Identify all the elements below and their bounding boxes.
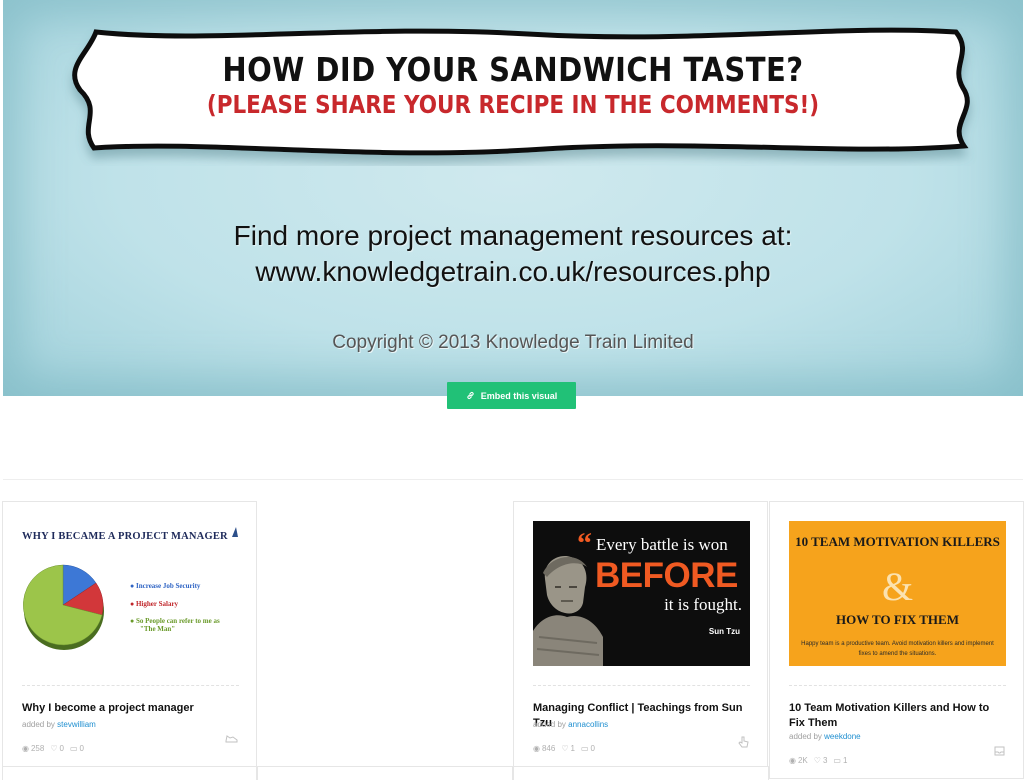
likes-count: 1: [570, 744, 575, 753]
author-link[interactable]: weekdone: [824, 732, 860, 741]
section-divider: [3, 479, 1023, 480]
comments-stat[interactable]: ▭ 0: [581, 744, 595, 753]
views-stat: ◉ 846: [533, 744, 555, 753]
comments-count: 0: [590, 744, 595, 753]
card-thumbnail[interactable]: WHY I BECAME A PROJECT MANAGER ● Increas…: [22, 521, 239, 666]
added-by: added by weekdone: [789, 732, 861, 741]
resources-line: Find more project management resources a…: [233, 220, 793, 251]
heart-icon: ♡: [561, 744, 569, 753]
quote-line: it is fought.: [664, 595, 742, 614]
views-stat: ◉ 258: [22, 744, 44, 753]
likes-stat[interactable]: ♡ 3: [814, 756, 828, 765]
heart-icon: ♡: [50, 744, 58, 753]
embed-visual-label: Embed this visual: [480, 390, 558, 401]
eye-icon: ◉: [22, 744, 29, 753]
added-by: added by stevwilliam: [22, 720, 96, 729]
card-stats: ◉ 2K ♡ 3 ▭ 1: [789, 756, 847, 765]
eye-icon: ◉: [789, 756, 796, 765]
visual-card[interactable]: “ Every battle is won BEFORE it is fough…: [513, 501, 768, 767]
author-link[interactable]: stevwilliam: [57, 720, 96, 729]
thumbnail-subheading: HOW TO FIX THEM: [836, 612, 959, 627]
comment-icon: ▭: [833, 756, 841, 765]
thumbnail-heading: 10 TEAM MOTIVATION KILLERS: [795, 534, 1000, 549]
heart-icon: ♡: [813, 756, 821, 765]
views-stat: ◉ 2K: [789, 756, 808, 765]
comments-stat[interactable]: ▭ 1: [833, 756, 847, 765]
thumbnail-caption: Happy team is a productive team. Avoid m…: [801, 641, 994, 657]
likes-count: 3: [822, 756, 828, 765]
banner-heading: HOW DID YOUR SANDWICH TASTE?: [222, 50, 804, 89]
added-by-label: added by: [533, 720, 566, 729]
visual-card[interactable]: WHY I BECAME A PROJECT MANAGER ● Increas…: [2, 501, 257, 767]
comments-count: 1: [842, 756, 848, 765]
warrior-statue-image: [533, 555, 603, 666]
visual-card[interactable]: 10 TEAM MOTIVATION KILLERS & HOW TO FIX …: [769, 501, 1024, 779]
views-count: 2K: [797, 756, 808, 765]
card-thumbnail[interactable]: “ Every battle is won BEFORE it is fough…: [533, 521, 750, 666]
likes-count: 0: [59, 744, 64, 753]
brand-mark-icon: [232, 527, 238, 537]
quote-mark-icon: “: [577, 527, 592, 560]
added-by-label: added by: [22, 720, 55, 729]
views-count: 846: [541, 744, 556, 753]
banner-subheading: (PLEASE SHARE YOUR RECIPE IN THE COMMENT…: [206, 90, 820, 119]
thumbnail-ampersand: &: [881, 564, 914, 609]
resources-text: Find more project management resources a…: [3, 218, 1023, 290]
next-card-edge: [513, 766, 769, 780]
card-separator: [789, 685, 1006, 686]
envelope-icon[interactable]: [994, 746, 1005, 756]
next-card-edge: [257, 766, 513, 780]
pointer-hand-icon[interactable]: [738, 736, 749, 748]
likes-stat[interactable]: ♡ 1: [561, 744, 575, 753]
comments-count: 0: [79, 744, 84, 753]
card-stats: ◉ 258 ♡ 0 ▭ 0: [22, 744, 84, 753]
comment-icon: ▭: [580, 744, 589, 753]
next-card-edge: [2, 766, 257, 780]
author-link[interactable]: annacollins: [568, 720, 608, 729]
link-icon: [467, 391, 474, 400]
eye-icon: ◉: [533, 744, 540, 753]
card-stats: ◉ 846 ♡ 1 ▭ 0: [533, 744, 595, 753]
legend-item: So People can refer to me as: [135, 617, 220, 625]
quote-attribution: Sun Tzu: [708, 627, 740, 636]
embed-visual-button[interactable]: Embed this visual: [447, 382, 576, 409]
copyright-text: Copyright © 2013 Knowledge Train Limited: [332, 332, 694, 353]
added-by: added by annacollins: [533, 720, 608, 729]
quote-line: Every battle is won: [596, 535, 728, 554]
added-by-label: added by: [789, 732, 822, 741]
comment-icon: ▭: [69, 744, 78, 753]
quote-emphasis: BEFORE: [595, 556, 738, 595]
card-title[interactable]: 10 Team Motivation Killers and How to Fi…: [789, 701, 999, 731]
legend-item: Higher Salary: [135, 600, 179, 608]
embedded-visual: HOW DID YOUR SANDWICH TASTE? (PLEASE SHA…: [3, 0, 1023, 396]
card-separator: [22, 685, 239, 686]
legend-item: "The Man": [140, 625, 176, 633]
card-thumbnail[interactable]: 10 TEAM MOTIVATION KILLERS & HOW TO FIX …: [789, 521, 1006, 666]
likes-stat[interactable]: ♡ 0: [50, 744, 64, 753]
card-title[interactable]: Why I become a project manager: [22, 701, 232, 716]
thumbnail-heading: WHY I BECAME A PROJECT MANAGER: [22, 531, 228, 542]
resources-url: www.knowledgetrain.co.uk/resources.php: [255, 256, 771, 287]
views-count: 258: [30, 744, 45, 753]
shoe-icon[interactable]: [225, 734, 238, 743]
comments-stat[interactable]: ▭ 0: [70, 744, 84, 753]
legend-item: Increase Job Security: [135, 582, 201, 590]
card-separator: [533, 685, 750, 686]
pie-chart: [23, 564, 104, 650]
